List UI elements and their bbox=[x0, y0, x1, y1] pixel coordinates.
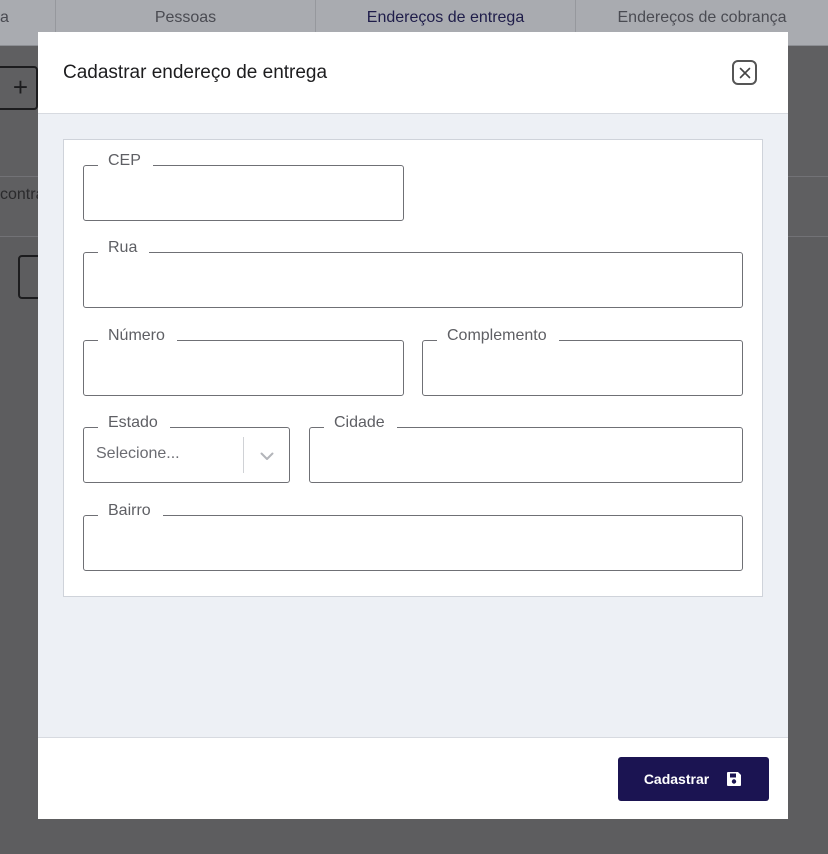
bairro-field[interactable]: Bairro bbox=[83, 501, 743, 571]
rua-field[interactable]: Rua bbox=[83, 238, 743, 308]
modal-footer: Cadastrar bbox=[38, 737, 788, 819]
save-icon bbox=[727, 772, 742, 786]
complemento-input[interactable] bbox=[423, 341, 742, 395]
cidade-field[interactable]: Cidade bbox=[309, 413, 743, 483]
cadastrar-button[interactable]: Cadastrar bbox=[618, 757, 769, 801]
modal-header: Cadastrar endereço de entrega bbox=[38, 32, 788, 114]
close-icon bbox=[739, 67, 750, 78]
tab-partial[interactable]: a bbox=[0, 0, 56, 36]
complemento-field[interactable]: Complemento bbox=[422, 326, 743, 396]
cep-input[interactable] bbox=[84, 166, 403, 220]
bairro-input[interactable] bbox=[84, 516, 742, 570]
plus-icon: + bbox=[12, 72, 28, 102]
tab-enderecos-entrega[interactable]: Endereços de entrega bbox=[316, 0, 576, 36]
cep-field[interactable]: CEP bbox=[83, 151, 404, 221]
estado-select[interactable]: Estado Selecione... bbox=[83, 413, 290, 483]
tab-pessoas[interactable]: Pessoas bbox=[56, 0, 316, 36]
tab-enderecos-cobranca[interactable]: Endereços de cobrança bbox=[576, 0, 828, 36]
modal-body: CEP Rua Número Complemento Estado Seleci… bbox=[38, 114, 788, 737]
estado-placeholder: Selecione... bbox=[96, 445, 180, 462]
rua-input[interactable] bbox=[84, 253, 742, 307]
address-form: CEP Rua Número Complemento Estado Seleci… bbox=[63, 139, 763, 597]
cidade-input[interactable] bbox=[310, 428, 742, 482]
numero-input[interactable] bbox=[84, 341, 403, 395]
select-divider bbox=[243, 437, 244, 473]
numero-field[interactable]: Número bbox=[83, 326, 404, 396]
modal-title: Cadastrar endereço de entrega bbox=[63, 61, 328, 83]
cadastrar-label: Cadastrar bbox=[643, 771, 710, 787]
estado-label: Estado bbox=[98, 413, 170, 433]
create-address-modal: Cadastrar endereço de entrega CEP Rua Nú… bbox=[38, 32, 788, 819]
chevron-down-icon[interactable] bbox=[256, 445, 278, 467]
close-button[interactable] bbox=[732, 60, 757, 85]
background-add-button[interactable]: + bbox=[0, 66, 38, 110]
